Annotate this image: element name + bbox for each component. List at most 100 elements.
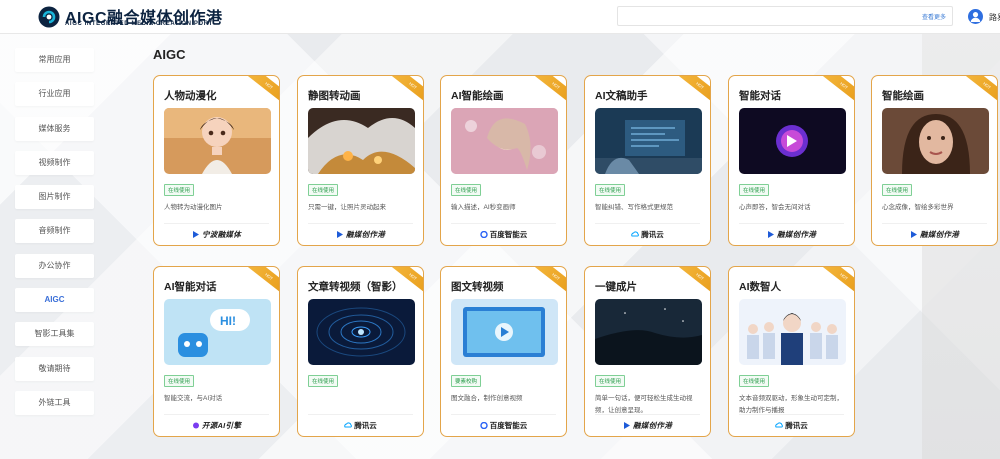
card-status-badge: 在线使用 [739, 375, 770, 387]
sidebar-item-zhiying-tools[interactable]: 智影工具集 [15, 322, 94, 347]
app-card-smart-chat[interactable]: HOT 智能对话 在线使用 心声即答，智会无间对话 融媒创作港 [728, 75, 855, 246]
app-card-article-to-video[interactable]: HOT 文章转视频（智影） 在线使用 腾讯云 [297, 266, 424, 437]
engine-logo-icon [192, 422, 200, 429]
card-divider [451, 414, 556, 415]
hot-ribbon: HOT [822, 267, 854, 295]
card-provider-name: 融媒创作港 [777, 230, 816, 239]
card-description: 智能纠错、写作格式更规范 [595, 204, 673, 211]
card-divider [164, 223, 269, 224]
sidebar-item-media-services[interactable]: 媒体服务 [15, 116, 94, 141]
card-provider: 腾讯云 [585, 229, 710, 240]
sidebar-item-audio-production[interactable]: 音频制作 [15, 219, 94, 244]
card-title: 静图转动画 [308, 90, 361, 102]
tencent-cloud-icon [344, 422, 353, 429]
logo-icon [38, 6, 60, 28]
sidebar-item-industry-apps[interactable]: 行业应用 [15, 82, 94, 107]
top-header: AIGC融合媒体创作港 AIGC INTEGRATED MEDIA CREATI… [0, 0, 1000, 34]
card-title: 人物动漫化 [164, 90, 217, 102]
card-status-badge: 在线使用 [451, 184, 482, 196]
card-thumbnail-image [739, 299, 846, 365]
card-thumbnail-image [595, 108, 702, 174]
card-thumbnail-image [739, 108, 846, 174]
card-provider: 腾讯云 [298, 420, 423, 431]
svg-text:HI!: HI! [220, 314, 236, 328]
hot-ribbon: HOT [965, 76, 997, 104]
card-provider: 融媒创作港 [729, 229, 854, 240]
sidebar-item-common-apps[interactable]: 常用应用 [15, 48, 94, 72]
card-status-badge: 在线使用 [308, 184, 339, 196]
app-card-ai-writing-assistant[interactable]: HOT AI文稿助手 在线使用 智能纠错、写作格式更规范 腾讯云 [584, 75, 711, 246]
hot-ribbon: HOT [247, 76, 279, 104]
card-thumbnail-image [595, 299, 702, 365]
card-status-badge: 在线使用 [308, 375, 339, 387]
card-provider-name: 融媒创作港 [633, 421, 672, 430]
card-divider [595, 414, 700, 415]
card-thumbnail-image [164, 108, 271, 174]
card-divider [739, 223, 844, 224]
app-card-image-text-to-video[interactable]: HOT 图文转视频 要素校购 图文融合，制作创意视频 百度智能云 [440, 266, 567, 437]
card-provider-name: 开源AI引擎 [201, 421, 242, 430]
section-title: AIGC [153, 47, 186, 62]
sidebar: 常用应用 行业应用 媒体服务 视频制作 图片制作 音频制作 办公协作 AIGC … [15, 48, 94, 425]
card-description: 输入描述，AI秒变画师 [451, 204, 516, 211]
card-description: 智能交流，与AI对话 [164, 395, 223, 402]
baidu-cloud-icon [480, 421, 488, 430]
hot-ribbon: HOT [534, 267, 566, 295]
card-provider: 百度智能云 [441, 229, 566, 240]
card-provider: 开源AI引擎 [154, 420, 279, 431]
app-card-ai-smart-chat[interactable]: HOT AI智能对话 HI! 在线使用 智能交流，与AI对话 开源AI引擎 [153, 266, 280, 437]
sidebar-item-video-production[interactable]: 视频制作 [15, 150, 94, 175]
card-title: 文章转视频（智影） [308, 281, 403, 293]
card-description: 心声即答，智会无间对话 [739, 204, 811, 211]
user-name[interactable]: 路易 [989, 12, 1000, 23]
card-provider: 融媒创作港 [872, 229, 997, 240]
card-description: 人物转为动漫化图片 [164, 204, 223, 211]
card-divider [739, 414, 844, 415]
hot-ribbon: HOT [678, 76, 710, 104]
card-divider [451, 223, 556, 224]
hot-ribbon: HOT [247, 267, 279, 295]
card-title: 智能对话 [739, 90, 781, 102]
card-description: 只需一键，让照片灵动起来 [308, 204, 386, 211]
card-title: AI智能绘画 [451, 90, 504, 102]
card-status-badge: 在线使用 [595, 375, 626, 387]
app-card-ai-painting[interactable]: HOT AI智能绘画 在线使用 输入描述，AI秒变画师 百度智能云 [440, 75, 567, 246]
card-status-badge: 在线使用 [739, 184, 770, 196]
card-provider-name: 宁波融媒体 [202, 230, 241, 239]
sidebar-item-coming-soon[interactable]: 敬请期待 [15, 356, 94, 381]
card-thumbnail-image: HI! [164, 299, 271, 365]
play-logo-icon [767, 231, 775, 238]
card-title: 一键成片 [595, 281, 637, 293]
card-status-badge: 在线使用 [882, 184, 913, 196]
card-provider-name: 腾讯云 [641, 230, 664, 239]
search-input[interactable]: 查看更多 [617, 6, 953, 26]
card-description: 心念成像，智绘多彩世界 [882, 204, 954, 211]
card-thumbnail-image [308, 299, 415, 365]
card-provider: 融媒创作港 [585, 420, 710, 431]
sidebar-item-image-production[interactable]: 图片制作 [15, 185, 94, 210]
card-provider: 百度智能云 [441, 420, 566, 431]
sidebar-item-aigc[interactable]: AIGC [15, 288, 94, 313]
card-title: AI文稿助手 [595, 90, 648, 102]
app-card-image-to-animation[interactable]: HOT 静图转动画 在线使用 只需一键，让照片灵动起来 融媒创作港 [297, 75, 424, 246]
user-avatar-icon[interactable] [968, 9, 983, 24]
sidebar-item-office-collab[interactable]: 办公协作 [15, 253, 94, 278]
card-provider: 宁波融媒体 [154, 229, 279, 240]
app-card-ai-digital-human[interactable]: HOT AI数智人 在线使用 文本音频双驱动，形象生动可定制，助力制作与播报 腾… [728, 266, 855, 437]
card-description: 图文融合，制作创意视频 [451, 395, 523, 402]
app-card-anime-portrait[interactable]: HOT 人物动漫化 在线使用 人物转为动漫化图片 宁波融媒体 [153, 75, 280, 246]
app-card-one-click-video[interactable]: HOT 一键成片 在线使用 简单一句话，便可轻松生成生动视频，让创意呈现。 融媒… [584, 266, 711, 437]
play-logo-icon [623, 422, 631, 429]
play-logo-icon [336, 231, 344, 238]
search-more-link[interactable]: 查看更多 [922, 12, 946, 21]
card-title: 图文转视频 [451, 281, 504, 293]
card-status-badge: 要素校购 [451, 375, 482, 387]
card-divider [595, 223, 700, 224]
tencent-cloud-icon [631, 231, 640, 238]
hot-ribbon: HOT [678, 267, 710, 295]
play-logo-icon [192, 231, 200, 238]
card-provider-name: 百度智能云 [489, 421, 528, 430]
app-card-smart-painting[interactable]: HOT 智能绘画 在线使用 心念成像，智绘多彩世界 融媒创作港 [871, 75, 998, 246]
sidebar-item-external-tools[interactable]: 外链工具 [15, 390, 94, 415]
card-status-badge: 在线使用 [164, 375, 195, 387]
